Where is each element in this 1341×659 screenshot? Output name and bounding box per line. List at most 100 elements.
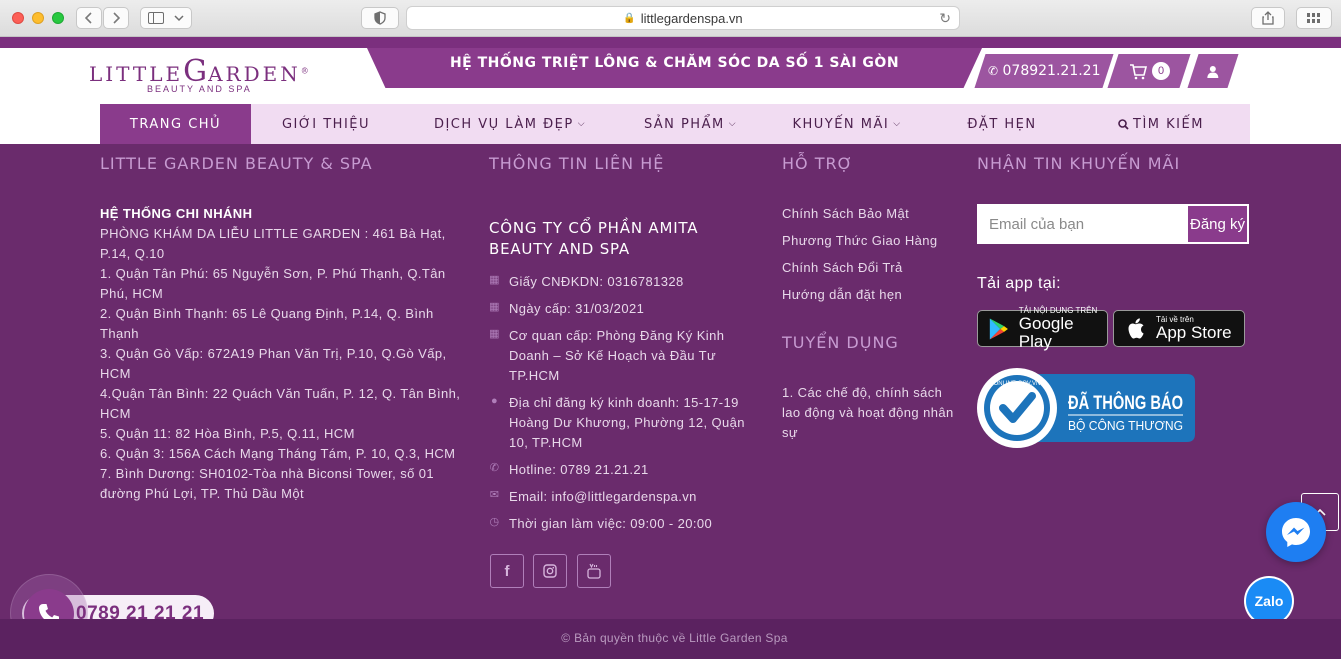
- header-banner: HỆ THỐNG TRIỆT LÔNG & CHĂM SÓC DA SỐ 1 S…: [367, 48, 982, 88]
- company-name: CÔNG TY CỔ PHẦN AMITA BEAUTY AND SPA: [489, 219, 699, 258]
- branch-item: 7. Bình Dương: SH0102-Tòa nhà Biconsi To…: [100, 466, 434, 501]
- privacy-report-button[interactable]: [361, 7, 399, 29]
- branch-item: 4.Quận Tân Bình: 22 Quách Văn Tuấn, P. 1…: [100, 386, 461, 421]
- chevron-down-icon: ⌵: [893, 119, 902, 129]
- branches-title: HỆ THỐNG CHI NHÁNH: [100, 206, 253, 221]
- clock-icon: ◷: [489, 516, 500, 528]
- envelope-icon: ✉: [489, 489, 500, 501]
- license-row: ▦ Giấy CNĐKDN: 0316781328: [489, 274, 684, 289]
- bct-ring-text: ONLINE.GOV.VN: [994, 381, 1041, 387]
- close-window-button[interactable]: [12, 12, 24, 24]
- nav-item-products[interactable]: Sản phẩm ⌵: [619, 104, 762, 144]
- footer-col4-title: NHẬN TIN KHUYẾN MÃI: [977, 154, 1181, 173]
- nav-item-home[interactable]: Trang chủ: [100, 104, 251, 144]
- calendar-icon: ▦: [489, 301, 500, 313]
- app-store-badge[interactable]: Tải về trên App Store: [1113, 310, 1245, 347]
- chevron-down-icon: ⌵: [577, 119, 587, 129]
- zoom-window-button[interactable]: [52, 12, 64, 24]
- youtube-link[interactable]: [577, 554, 611, 588]
- browser-toolbar: 🔒 littlegardenspa.vn ↻: [0, 0, 1341, 37]
- google-play-badge[interactable]: TẢI NỘI DUNG TRÊN Google Play: [977, 306, 1108, 351]
- nav-item-search[interactable]: Tìm kiếm: [1072, 104, 1250, 144]
- footer-col1-title: LITTLE GARDEN BEAUTY & SPA: [100, 154, 373, 173]
- sidebar-toggle-button[interactable]: [140, 7, 192, 29]
- map-marker-icon: ●: [490, 395, 499, 407]
- address-bar[interactable]: 🔒 littlegardenspa.vn ↻: [406, 6, 960, 30]
- subscribe-button[interactable]: Đăng ký: [1188, 206, 1247, 242]
- messenger-icon: [1282, 518, 1310, 547]
- shield-icon: [374, 11, 386, 25]
- ministry-registered-badge[interactable]: ONLINE.GOV.VN ĐÃ THÔNG BÁO BỘ CÔNG THƯƠN…: [977, 368, 1195, 448]
- hours-row: ◷ Thời gian làm việc: 09:00 - 20:00: [489, 516, 713, 531]
- chevron-left-icon: [85, 12, 92, 24]
- bct-line2: BỘ CÔNG THƯƠNG: [1068, 418, 1183, 433]
- nav-item-about[interactable]: Giới thiệu: [251, 104, 401, 144]
- branch-item: 6. Quận 3: 156A Cách Mạng Tháng Tám, P. …: [100, 446, 456, 461]
- phone-icon: ✆: [489, 462, 500, 474]
- footer-col2-title: THÔNG TIN LIÊN HỆ: [489, 154, 665, 173]
- privacy-policy-link[interactable]: Chính Sách Bảo Mật: [782, 206, 909, 221]
- branch-item: 5. Quận 11: 82 Hòa Bình, P.5, Q.11, HCM: [100, 426, 355, 441]
- subscribe-form: Đăng ký: [977, 204, 1249, 244]
- url-text: littlegardenspa.vn: [640, 10, 743, 26]
- messenger-button[interactable]: [1266, 502, 1326, 562]
- cart-button[interactable]: 0: [1107, 54, 1191, 88]
- footer-col3-title: HỖ TRỢ: [782, 154, 854, 173]
- recruit-link[interactable]: 1. Các chế độ, chính sách lao động và ho…: [782, 383, 957, 443]
- lock-icon: 🔒: [623, 12, 636, 24]
- header-phone-number: 078921.21.21: [1002, 63, 1101, 79]
- bct-line1: ĐÃ THÔNG BÁO: [1068, 392, 1183, 414]
- app-download-label: Tải app tại:: [977, 275, 1061, 292]
- branch-item: 2. Quận Bình Thạnh: 65 Lê Quang Định, P.…: [100, 306, 434, 341]
- booking-guide-link[interactable]: Hướng dẫn đặt hẹn: [782, 287, 902, 302]
- logo-tagline: BEAUTY AND SPA: [147, 84, 252, 94]
- cart-icon: [1130, 64, 1148, 80]
- recruit-title: TUYỂN DỤNG: [782, 333, 899, 352]
- user-icon: [1207, 65, 1219, 78]
- sidebar-icon: [148, 12, 164, 24]
- cart-count-badge: 0: [1152, 62, 1170, 80]
- issuer-row: ▦ Cơ quan cấp: Phòng Đăng Ký Kinh Doanh …: [489, 328, 725, 383]
- chevron-down-icon: [174, 15, 184, 22]
- forward-button[interactable]: [103, 7, 129, 29]
- main-nav: Trang chủ Giới thiệu Dịch vụ làm đẹp ⌵ Sả…: [100, 104, 1250, 144]
- copyright-text: © Bản quyền thuộc về Little Garden Spa: [561, 631, 788, 645]
- branch-item: 3. Quận Gò Vấp: 672A19 Phan Văn Trị, P.1…: [100, 346, 447, 381]
- reload-icon[interactable]: ↻: [939, 10, 951, 27]
- instagram-link[interactable]: [533, 554, 567, 588]
- nav-item-booking[interactable]: Đặt hẹn: [932, 104, 1072, 144]
- email-row[interactable]: ✉ Email: info@littlegardenspa.vn: [489, 487, 759, 507]
- google-play-icon: [989, 318, 1008, 339]
- calendar-icon: ▦: [489, 328, 500, 340]
- nav-item-services[interactable]: Dịch vụ làm đẹp ⌵: [401, 104, 619, 144]
- facebook-link[interactable]: f: [490, 554, 524, 588]
- share-button[interactable]: [1251, 7, 1285, 29]
- youtube-icon: [587, 563, 601, 579]
- header-slogan: HỆ THỐNG TRIỆT LÔNG & CHĂM SÓC DA SỐ 1 S…: [449, 55, 900, 71]
- newsletter-email-input[interactable]: [979, 206, 1188, 242]
- share-icon: [1262, 11, 1274, 25]
- zalo-icon: Zalo: [1246, 578, 1292, 624]
- tabs-overview-button[interactable]: [1296, 7, 1332, 29]
- apple-icon: [1128, 317, 1144, 338]
- site-logo[interactable]: LITTLEGARDEN® BEAUTY AND SPA: [89, 54, 309, 98]
- branch-list: HỆ THỐNG CHI NHÁNH PHÒNG KHÁM DA LIỄU LI…: [100, 204, 472, 504]
- calendar-icon: ▦: [489, 274, 500, 286]
- chevron-right-icon: [113, 12, 120, 24]
- header-phone-button[interactable]: ✆ 078921.21.21: [974, 54, 1114, 88]
- facebook-icon: f: [504, 562, 510, 580]
- address-row: ● Địa chỉ đăng ký kinh doanh: 15-17-19 H…: [490, 395, 745, 450]
- hotline-row[interactable]: ✆ Hotline: 0789 21.21.21: [489, 460, 759, 480]
- shipping-method-link[interactable]: Phương Thức Giao Hàng: [782, 233, 938, 248]
- return-policy-link[interactable]: Chính Sách Đổi Trả: [782, 260, 903, 275]
- minimize-window-button[interactable]: [32, 12, 44, 24]
- branch-item: 1. Quận Tân Phú: 65 Nguyễn Sơn, P. Phú T…: [100, 266, 446, 301]
- search-icon: [1118, 118, 1129, 130]
- back-button[interactable]: [76, 7, 102, 29]
- top-strip: [0, 37, 1341, 48]
- branch-item: PHÒNG KHÁM DA LIỄU LITTLE GARDEN : 461 B…: [100, 226, 446, 261]
- nav-item-promotions[interactable]: Khuyến mãi ⌵: [762, 104, 932, 144]
- chevron-down-icon: ⌵: [728, 119, 738, 129]
- issue-date-row: ▦ Ngày cấp: 31/03/2021: [489, 301, 645, 316]
- instagram-icon: [543, 564, 557, 578]
